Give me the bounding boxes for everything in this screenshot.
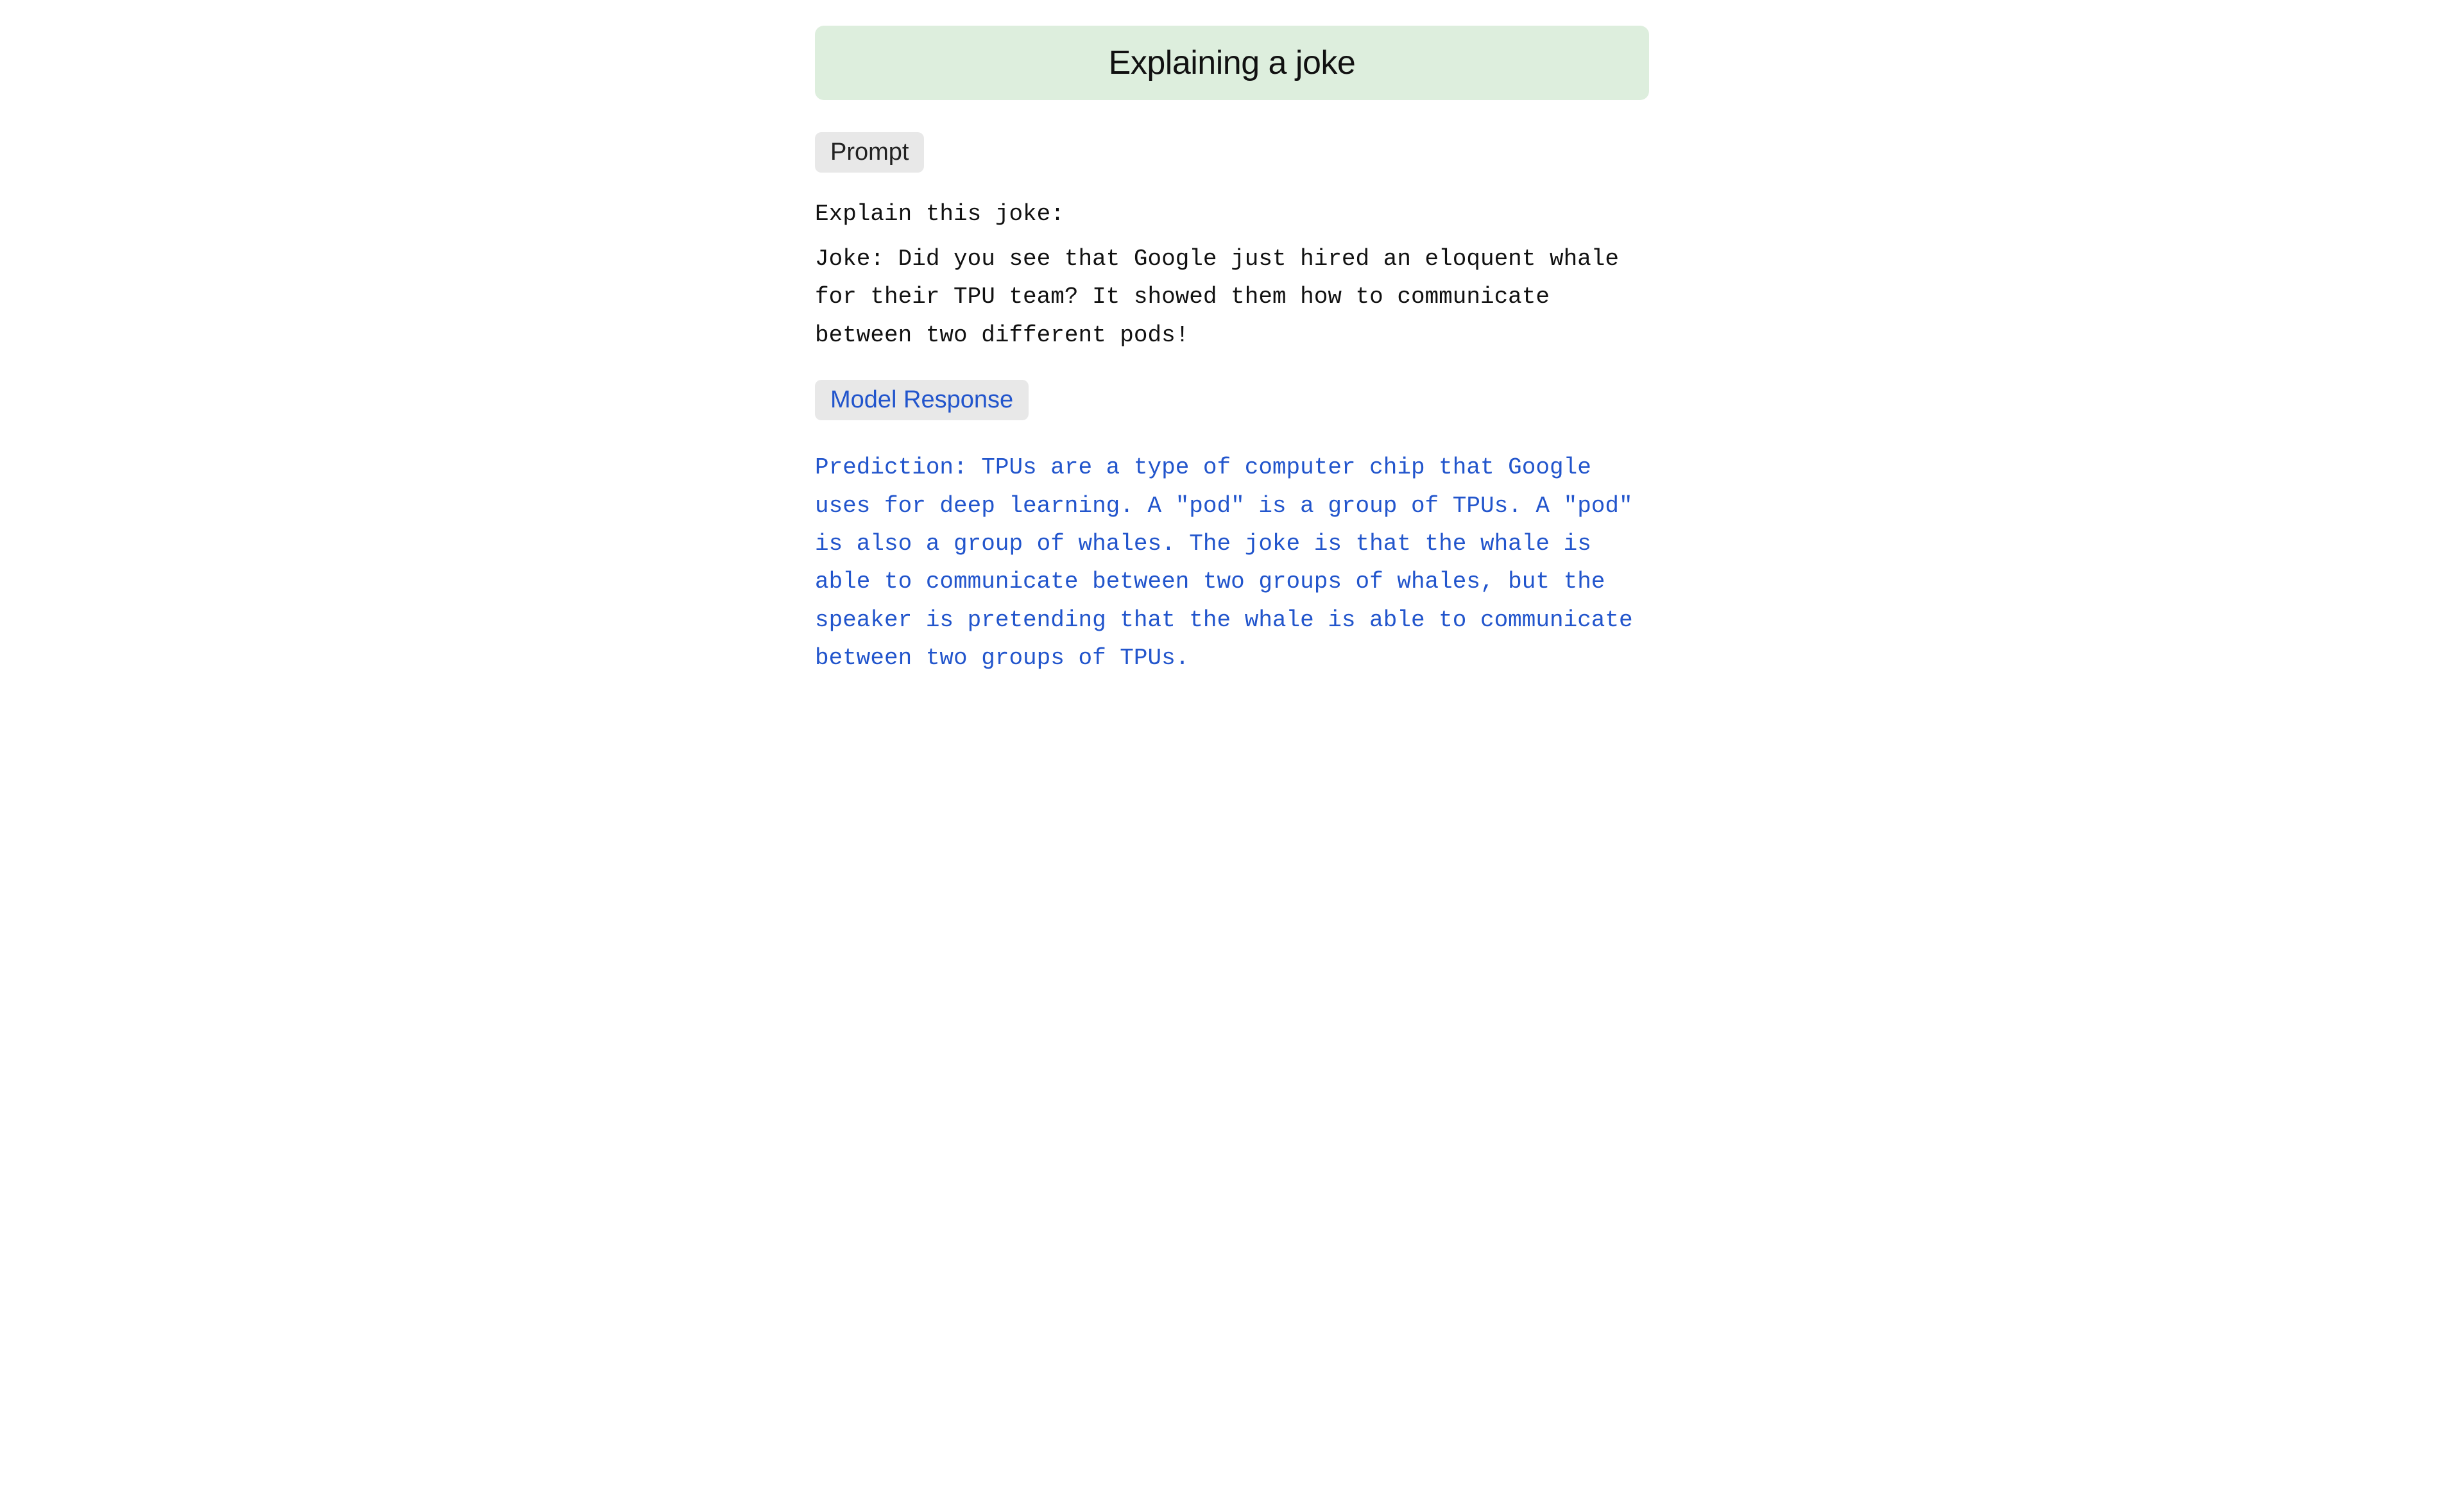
prompt-section: Prompt Explain this joke: Joke: Did you … — [815, 132, 1649, 354]
model-response-text: Prediction: TPUs are a type of computer … — [815, 448, 1649, 677]
model-section: Model Response Prediction: TPUs are a ty… — [815, 380, 1649, 677]
page-title: Explaining a joke — [841, 44, 1623, 82]
prompt-badge: Prompt — [815, 132, 924, 173]
model-badge: Model Response — [815, 380, 1029, 420]
header-banner: Explaining a joke — [815, 26, 1649, 100]
prompt-joke-text: Joke: Did you see that Google just hired… — [815, 240, 1649, 354]
prompt-badge-row: Prompt — [815, 132, 1649, 188]
prompt-intro: Explain this joke: — [815, 201, 1649, 227]
model-badge-row: Model Response — [815, 380, 1649, 436]
